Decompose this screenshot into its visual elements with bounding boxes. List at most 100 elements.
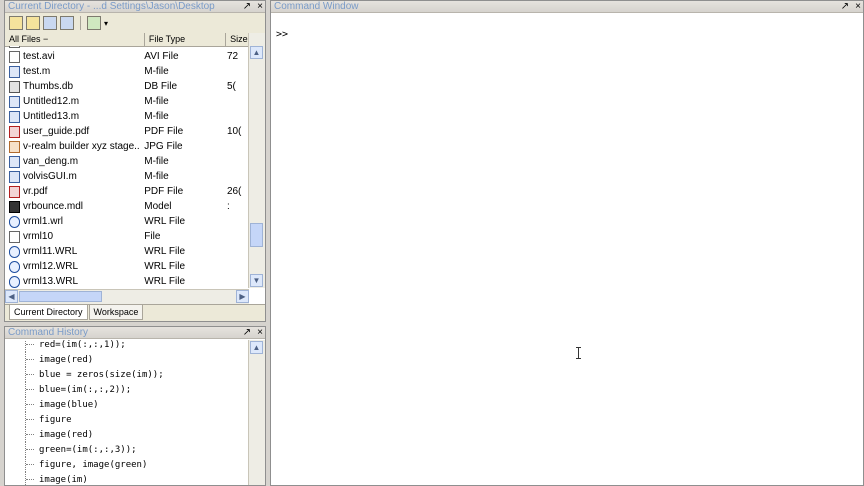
- file-type: DB File: [144, 81, 178, 92]
- history-item[interactable]: red=(im(:,:,1));: [5, 340, 249, 352]
- mdl-file-icon: [9, 200, 20, 213]
- tree-connector: [25, 412, 39, 427]
- scroll-left-icon[interactable]: ◀: [5, 290, 18, 303]
- command-history-panel: Command History ↗ × red=(im(:,:,1)); imag…: [4, 326, 266, 486]
- file-row[interactable]: v-realm builder xyz stage.... JPG File: [5, 139, 249, 154]
- history-command: image(im): [39, 474, 88, 485]
- history-item[interactable]: image(red): [5, 427, 249, 442]
- scroll-down-icon[interactable]: ▼: [250, 274, 263, 287]
- column-size[interactable]: Size: [226, 33, 249, 46]
- close-icon[interactable]: ×: [257, 2, 263, 12]
- scroll-right-icon[interactable]: ▶: [236, 290, 249, 303]
- m-file-icon: [9, 110, 20, 123]
- file-name: v-realm builder xyz stage....: [23, 141, 141, 152]
- pdf-file-icon: [9, 185, 20, 198]
- file-name: test.avi: [23, 46, 55, 47]
- undock-icon[interactable]: ↗: [841, 2, 849, 12]
- file-row[interactable]: vrml12.WRL WRL File: [5, 259, 249, 274]
- file-name: Untitled13.m: [23, 111, 80, 122]
- scroll-thumb[interactable]: [250, 223, 263, 247]
- file-row[interactable]: Untitled12.m M-file: [5, 94, 249, 109]
- new-folder-icon[interactable]: [26, 16, 40, 30]
- file-type: M-file: [144, 171, 169, 182]
- history-item[interactable]: image(im): [5, 472, 249, 485]
- column-all-files[interactable]: All Files −: [5, 33, 145, 46]
- file-row[interactable]: van_deng.m M-file: [5, 154, 249, 169]
- history-item[interactable]: image(red): [5, 352, 249, 367]
- file-list-horizontal-scrollbar[interactable]: ◀ ▶: [5, 289, 249, 304]
- file-name: Thumbs.db: [23, 81, 74, 92]
- file-type: WRL File: [144, 276, 186, 287]
- file-row[interactable]: vrbounce.mdl Model:: [5, 199, 249, 214]
- history-command: figure, image(green): [39, 459, 148, 470]
- history-command: green=(im(:,:,3));: [39, 444, 137, 455]
- file-name: vr.pdf: [23, 186, 48, 197]
- refresh-icon[interactable]: [60, 16, 74, 30]
- current-directory-titlebar: Current Directory - ...d Settings\Jason\…: [5, 1, 265, 13]
- file-type: JPG File: [144, 141, 183, 152]
- horizontal-scroll-thumb[interactable]: [19, 291, 102, 302]
- command-history-titlebar: Command History ↗ ×: [5, 327, 265, 339]
- command-input-area[interactable]: >>: [271, 13, 863, 485]
- reports-icon[interactable]: [87, 16, 101, 30]
- file-name-cell: vrbounce.mdl: [5, 200, 140, 213]
- file-type: PDF File: [144, 126, 184, 137]
- close-icon[interactable]: ×: [257, 328, 263, 338]
- tree-connector: [25, 352, 39, 367]
- history-item[interactable]: blue=(im(:,:,2));: [5, 382, 249, 397]
- current-directory-title: Current Directory - ...d Settings\Jason\…: [8, 1, 215, 12]
- file-name-cell: test.avi: [5, 50, 140, 63]
- history-item[interactable]: blue = zeros(size(im));: [5, 367, 249, 382]
- wrl-file-icon: [9, 215, 20, 228]
- history-vertical-scrollbar[interactable]: ▲: [248, 340, 265, 485]
- file-row[interactable]: vrml10 File: [5, 229, 249, 244]
- file-name: vrbounce.mdl: [23, 201, 84, 212]
- chevron-down-icon[interactable]: ▾: [104, 19, 108, 28]
- file-size: 26(: [226, 186, 242, 197]
- history-item[interactable]: figure: [5, 412, 249, 427]
- scroll-up-icon[interactable]: ▲: [250, 46, 263, 59]
- file-row[interactable]: Untitled13.m M-file: [5, 109, 249, 124]
- file-size: 5(: [226, 81, 236, 92]
- file-row[interactable]: vr.pdf PDF File 26(: [5, 184, 249, 199]
- history-item[interactable]: green=(im(:,:,3));: [5, 442, 249, 457]
- file-row[interactable]: volvisGUI.m M-file: [5, 169, 249, 184]
- file-name: test.m: [23, 66, 51, 77]
- current-directory-panel: Current Directory - ...d Settings\Jason\…: [4, 0, 266, 322]
- file-name: vrml12.WRL: [23, 261, 79, 272]
- db-file-icon: [9, 80, 20, 93]
- file-row[interactable]: test.m M-file: [5, 64, 249, 79]
- toolbar-separator: [80, 16, 81, 30]
- file-row[interactable]: test.avi AVI File 72: [5, 49, 249, 64]
- parent-folder-icon[interactable]: [9, 16, 23, 30]
- find-files-icon[interactable]: [43, 16, 57, 30]
- history-command: blue=(im(:,:,2));: [39, 384, 132, 395]
- scroll-up-icon[interactable]: ▲: [250, 341, 263, 354]
- file-name: vrml1.wrl: [23, 216, 63, 227]
- history-item[interactable]: figure, image(green): [5, 457, 249, 472]
- file-row[interactable]: vrml1.wrl WRL File: [5, 214, 249, 229]
- history-command: figure: [39, 414, 72, 425]
- file-type: M-file: [144, 66, 169, 77]
- current-directory-toolbar: ▾: [5, 13, 265, 34]
- file-row[interactable]: vrml13.WRL WRL File: [5, 274, 249, 288]
- file-row[interactable]: Thumbs.db DB File 5(: [5, 79, 249, 94]
- file-type: M-file: [144, 111, 169, 122]
- undock-icon[interactable]: ↗: [243, 328, 251, 338]
- tab-current-directory[interactable]: Current Directory: [9, 305, 88, 320]
- file-row[interactable]: vrml11.WRL WRL File: [5, 244, 249, 259]
- m-file-icon: [9, 170, 20, 183]
- file-type: M-file: [144, 156, 169, 167]
- undock-icon[interactable]: ↗: [243, 2, 251, 12]
- tab-workspace[interactable]: Workspace: [88, 305, 144, 320]
- file-row[interactable]: user_guide.pdf PDF File 10(: [5, 124, 249, 139]
- file-file-icon: [9, 50, 20, 63]
- file-name-cell: vrml12.WRL: [5, 260, 140, 273]
- column-file-type[interactable]: File Type: [145, 33, 227, 46]
- pdf-file-icon: [9, 125, 20, 138]
- close-icon[interactable]: ×: [855, 2, 861, 12]
- file-list-vertical-scrollbar[interactable]: ▲ ▼: [248, 33, 265, 288]
- history-item[interactable]: image(blue): [5, 397, 249, 412]
- file-name-cell: Thumbs.db: [5, 80, 140, 93]
- file-name: user_guide.pdf: [23, 126, 90, 137]
